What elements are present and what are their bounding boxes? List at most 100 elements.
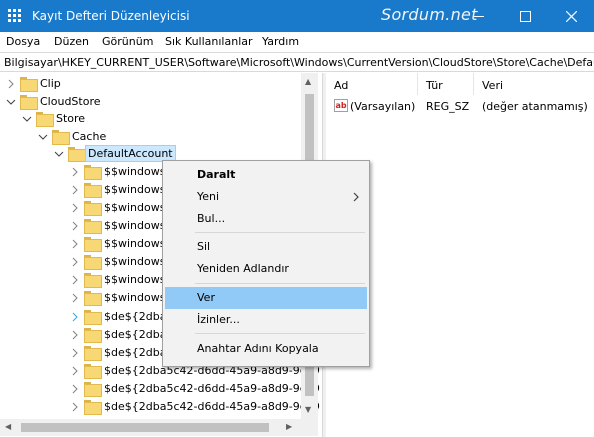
chevron-down-icon[interactable]: [38, 132, 48, 142]
chevron-right-icon[interactable]: [70, 275, 80, 285]
chevron-right-icon[interactable]: [70, 203, 80, 213]
scroll-thumb[interactable]: [21, 423, 269, 432]
menu-item-sil[interactable]: Sil: [165, 236, 367, 258]
menu-item-label: İzinler...: [197, 313, 240, 326]
folder-icon: [84, 309, 102, 325]
address-path: Bilgisayar\HKEY_CURRENT_USER\Software\Mi…: [4, 56, 594, 69]
chevron-right-icon[interactable]: [70, 239, 80, 249]
menu-duzen[interactable]: Düzen: [54, 35, 89, 48]
tree-item-clip[interactable]: Clip: [0, 75, 320, 93]
chevron-right-icon[interactable]: [70, 167, 80, 177]
menu-item-label: Anahtar Adını Kopyala: [197, 342, 319, 355]
folder-icon: [36, 111, 54, 127]
chevron-right-icon[interactable]: [70, 185, 80, 195]
chevron-down-icon[interactable]: [22, 114, 32, 124]
chevron-down-icon[interactable]: [54, 149, 64, 159]
tree-item[interactable]: $de${2dba5c42-d6dd-45a9-a8d9-9c39: [0, 380, 320, 398]
menu-item-label: Yeni: [197, 190, 220, 203]
menu-separator: [195, 232, 365, 233]
value-row[interactable]: ab (Varsayılan) REG_SZ (değer atanmamış): [326, 97, 594, 115]
menu-item-label: Ver: [197, 291, 215, 304]
menu-item-daralt[interactable]: Daralt: [165, 164, 367, 186]
tree-item-label: $de${2dba5c42-d6dd-45a9-a8d9-9c39: [104, 382, 320, 395]
scroll-left-icon[interactable]: ◀: [5, 422, 11, 431]
string-value-icon: ab: [334, 99, 348, 112]
tree-item-label: CloudStore: [40, 95, 101, 108]
chevron-right-icon[interactable]: [70, 257, 80, 267]
tree-item-store[interactable]: Store: [0, 110, 320, 128]
minimize-button[interactable]: [456, 0, 502, 32]
folder-icon: [52, 129, 70, 145]
menu-item-label: Sil: [197, 240, 211, 253]
folder-icon: [68, 146, 86, 162]
folder-icon: [20, 76, 38, 92]
title-bar[interactable]: Kayıt Defteri Düzenleyicisi Sordum.net: [0, 0, 594, 32]
menu-yardim[interactable]: Yardım: [262, 35, 299, 48]
tree-item-label: $de${2dba5c42-d6dd-45a9-a8d9-9c39: [104, 400, 320, 413]
folder-icon: [84, 363, 102, 379]
value-name: (Varsayılan): [350, 100, 416, 113]
column-header-type[interactable]: Tür: [418, 73, 474, 95]
tree-item-label: Clip: [40, 77, 61, 90]
scroll-down-icon[interactable]: ▼: [305, 405, 311, 414]
menu-item-izinler[interactable]: İzinler...: [165, 309, 367, 331]
folder-icon: [84, 164, 102, 180]
folder-icon: [84, 200, 102, 216]
value-type: REG_SZ: [426, 100, 470, 113]
menu-bar: Dosya Düzen Görünüm Sık Kullanılanlar Ya…: [0, 32, 594, 51]
chevron-right-icon[interactable]: [6, 79, 16, 89]
chevron-down-icon[interactable]: [6, 97, 16, 107]
maximize-button[interactable]: [502, 0, 548, 32]
chevron-right-icon[interactable]: [70, 330, 80, 340]
tree-item-label: Store: [56, 112, 86, 125]
folder-icon: [84, 290, 102, 306]
folder-icon: [84, 254, 102, 270]
folder-icon: [84, 218, 102, 234]
chevron-right-icon[interactable]: [70, 221, 80, 231]
folder-icon: [84, 399, 102, 415]
tree-item[interactable]: $de${2dba5c42-d6dd-45a9-a8d9-9c39: [0, 398, 320, 416]
chevron-right-icon[interactable]: [70, 348, 80, 358]
menu-item-ver[interactable]: Ver: [165, 287, 367, 309]
tree-item-cloudstore[interactable]: CloudStore: [0, 93, 320, 111]
menu-item-anahtar-adini-kopyala[interactable]: Anahtar Adını Kopyala: [165, 338, 367, 360]
menu-separator: [195, 333, 365, 334]
menu-sik-kullanilanlar[interactable]: Sık Kullanılanlar: [165, 35, 253, 48]
menu-separator: [195, 283, 365, 284]
tree-item-label: Cache: [72, 130, 107, 143]
close-icon: [566, 11, 577, 22]
registry-app-icon: [8, 9, 22, 23]
chevron-right-icon[interactable]: [70, 402, 80, 412]
menu-item-yeni[interactable]: Yeni: [165, 186, 367, 208]
column-header-name[interactable]: Ad: [326, 73, 418, 95]
column-header-data[interactable]: Veri: [474, 73, 594, 95]
menu-item-bul[interactable]: Bul...: [165, 208, 367, 230]
menu-gorunum[interactable]: Görünüm: [102, 35, 153, 48]
menu-item-label: Bul...: [197, 212, 226, 225]
scroll-right-icon[interactable]: ▶: [286, 422, 292, 431]
chevron-right-icon[interactable]: [70, 366, 80, 376]
context-menu: Daralt Yeni Bul... Sil Yeniden Adlandır …: [162, 160, 370, 367]
scroll-up-icon[interactable]: ▲: [305, 77, 311, 86]
folder-icon: [84, 381, 102, 397]
tree-horizontal-scrollbar[interactable]: ◀ ▶: [0, 419, 318, 436]
folder-icon: [84, 327, 102, 343]
folder-icon: [20, 94, 38, 110]
menu-item-yeniden-adlandir[interactable]: Yeniden Adlandır: [165, 258, 367, 280]
chevron-right-icon[interactable]: [70, 293, 80, 303]
folder-icon: [84, 182, 102, 198]
menu-dosya[interactable]: Dosya: [6, 35, 40, 48]
value-data: (değer atanmamış): [482, 100, 588, 113]
folder-icon: [84, 345, 102, 361]
close-button[interactable]: [548, 0, 594, 32]
tree-item-cache[interactable]: Cache: [0, 128, 320, 146]
menu-item-label: Daralt: [197, 168, 236, 181]
window-title: Kayıt Defteri Düzenleyicisi: [32, 9, 190, 23]
chevron-right-icon[interactable]: [70, 312, 80, 322]
menu-item-label: Yeniden Adlandır: [197, 262, 289, 275]
chevron-right-icon[interactable]: [70, 384, 80, 394]
folder-icon: [84, 236, 102, 252]
folder-icon: [84, 272, 102, 288]
submenu-arrow-icon: [353, 192, 359, 202]
address-bar[interactable]: Bilgisayar\HKEY_CURRENT_USER\Software\Mi…: [0, 52, 594, 72]
